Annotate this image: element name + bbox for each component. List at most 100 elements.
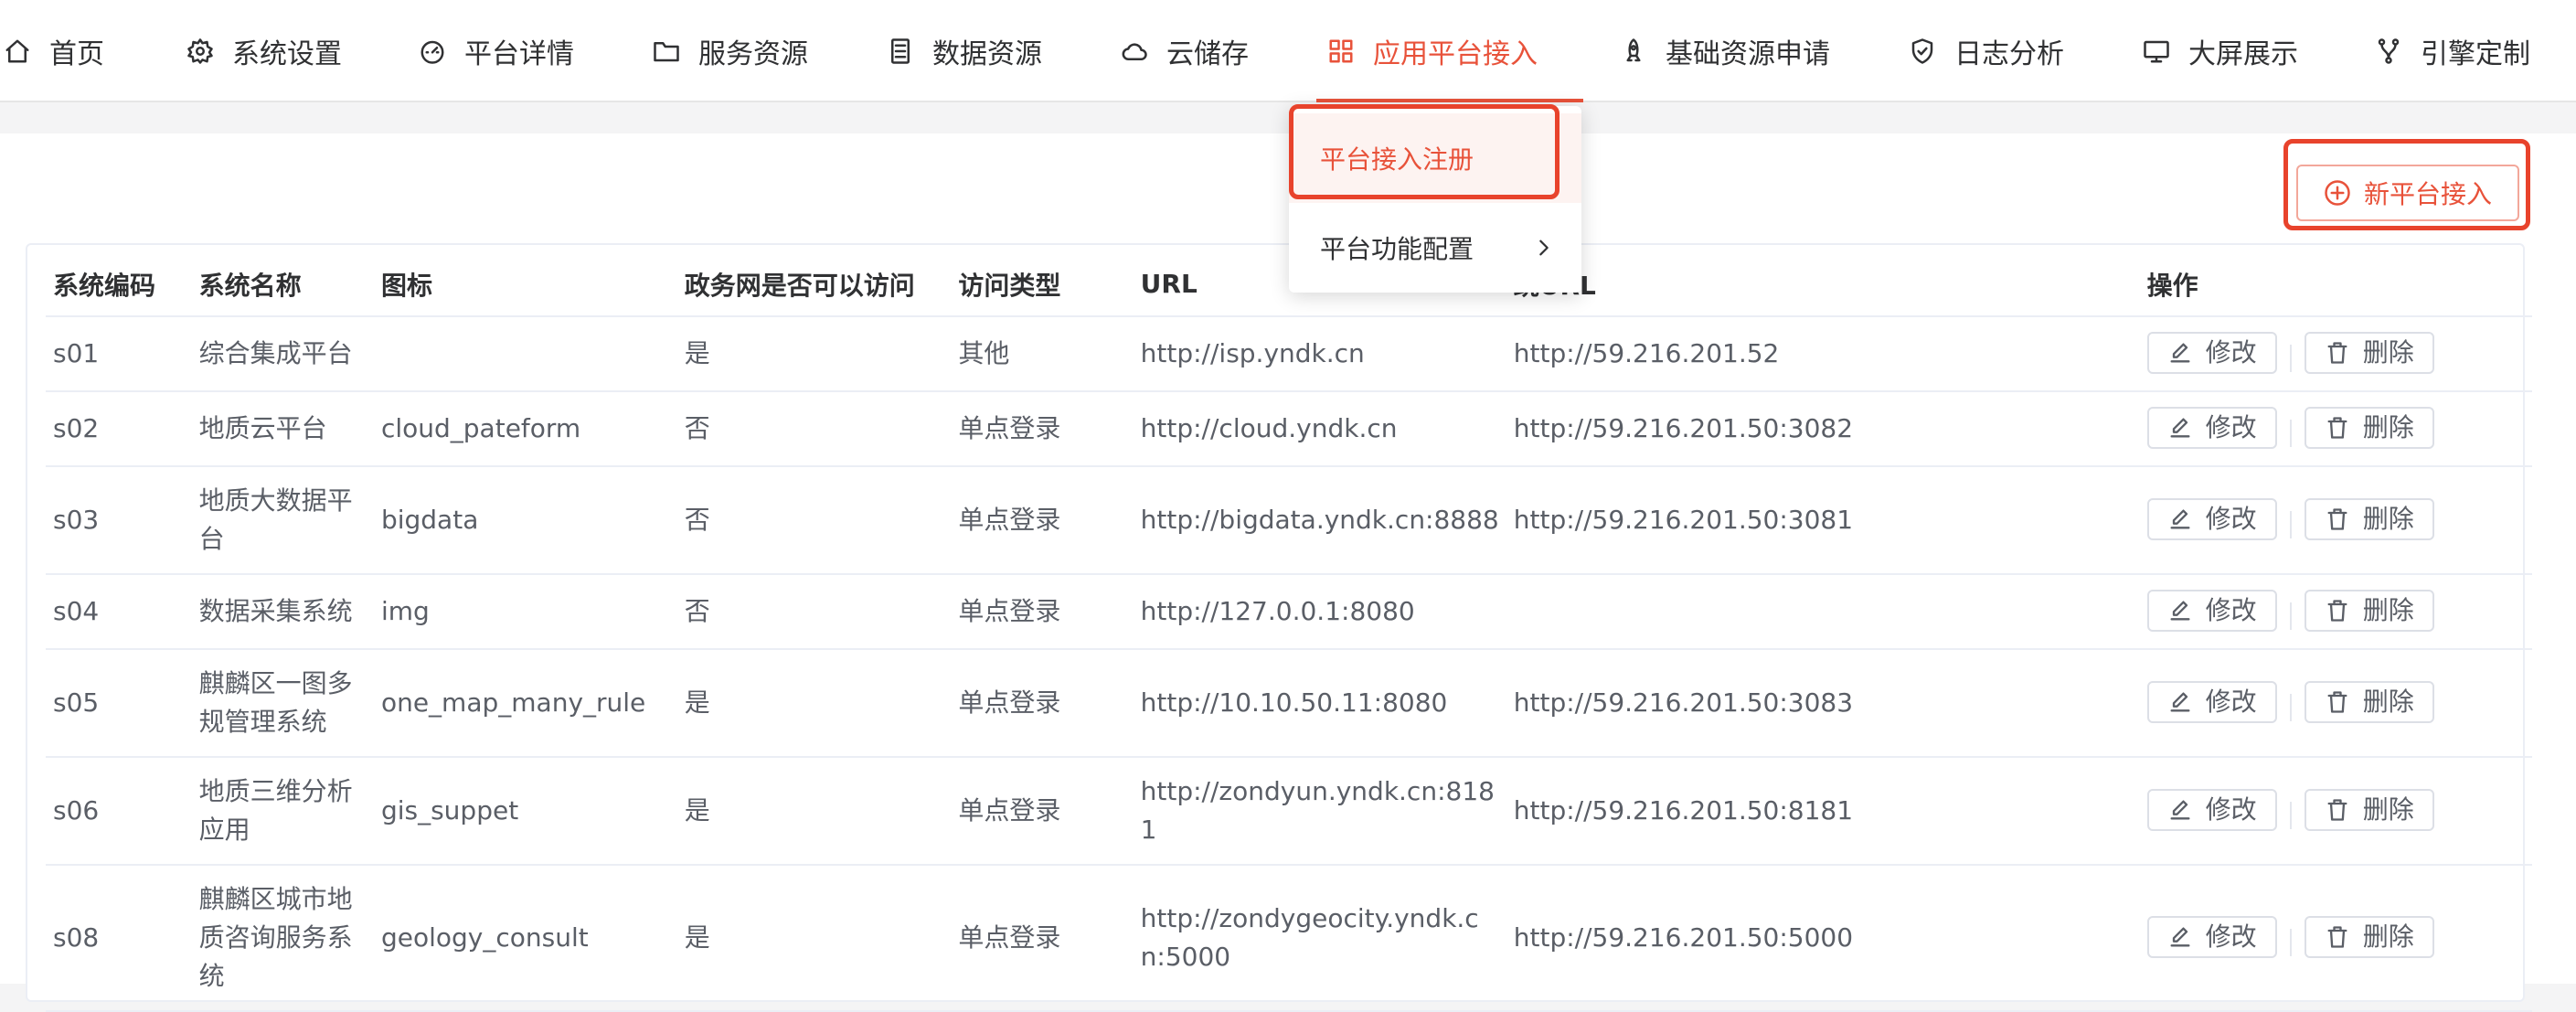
nav-item-service-resources[interactable]: 服务资源 (653, 0, 808, 102)
delete-label: 删除 (2362, 594, 2414, 625)
table-row: s01 综合集成平台 是 其他 http://isp.yndk.cn http:… (46, 316, 2532, 392)
cell-url: http://zondygeocity.yndk.cn:5000 (1133, 865, 1506, 1012)
cell-type: 单点登录 (951, 757, 1134, 866)
edit-button[interactable]: 修改 (2146, 406, 2277, 449)
column-header: 系统名称 (191, 252, 374, 317)
dashboard-icon (420, 40, 444, 64)
cell-code: s04 (46, 574, 192, 650)
column-header: 操作 (2139, 252, 2532, 317)
cell-name: 综合集成平台 (191, 316, 374, 392)
column-header: 访问类型 (951, 252, 1134, 317)
edit-icon (2170, 418, 2190, 437)
cell-gov: 是 (676, 316, 952, 392)
table-row: s02 地质云平台 cloud_pateform 否 单点登录 http://c… (46, 391, 2532, 467)
chevron-right-icon (1539, 240, 1549, 256)
nav-item-system-settings[interactable]: 系统设置 (186, 0, 342, 102)
shield-icon (1911, 38, 1933, 64)
trash-icon (2327, 341, 2347, 364)
nav-item-home[interactable]: 首页 (4, 0, 104, 102)
edit-button[interactable]: 修改 (2146, 788, 2277, 831)
action-divider (2289, 693, 2292, 721)
top-nav: 首页 系统设置 平台详情 服务资源 数据资源 云储存 应用平台接入 基础资源申请… (0, 0, 2576, 102)
cell-jump-url: http://59.216.201.50:5000 (1506, 865, 2140, 1012)
folder-icon (654, 42, 679, 62)
cell-code: s03 (46, 466, 192, 575)
nav-item-label: 系统设置 (232, 38, 342, 70)
nav-item-label: 基础资源申请 (1666, 38, 1830, 70)
delete-button[interactable]: 删除 (2304, 788, 2434, 831)
highlight-box-registration (1289, 104, 1559, 199)
delete-button[interactable]: 删除 (2304, 915, 2434, 958)
trash-icon (2327, 690, 2347, 713)
trash-icon (2327, 798, 2347, 821)
edit-button[interactable]: 修改 (2146, 331, 2277, 374)
delete-button[interactable]: 删除 (2304, 406, 2434, 449)
cell-type: 单点登录 (951, 649, 1134, 758)
cell-url: http://zondyun.yndk.cn:8181 (1133, 757, 1506, 866)
edit-button[interactable]: 修改 (2146, 497, 2277, 540)
cell-type: 单点登录 (951, 391, 1134, 467)
nav-item-log-analysis[interactable]: 日志分析 (1909, 0, 2064, 102)
trash-icon (2327, 599, 2347, 622)
home-icon (5, 39, 29, 63)
grid-icon (1329, 39, 1353, 63)
cell-gov: 是 (676, 649, 952, 758)
cell-jump-url: http://59.216.201.50:8181 (1506, 757, 2140, 866)
cell-name: 地质大数据平台 (191, 466, 374, 575)
delete-label: 删除 (2362, 686, 2414, 717)
cell-icon: gis_suppet (373, 757, 677, 866)
cell-code: s02 (46, 391, 192, 467)
trash-icon (2327, 507, 2347, 530)
nav-item-platform-details[interactable]: 平台详情 (419, 0, 574, 102)
nav-item-engine-customization[interactable]: 引擎定制 (2375, 0, 2530, 102)
nav-item-app-platform-access[interactable]: 应用平台接入 (1327, 0, 1538, 102)
column-header: 图标 (373, 252, 677, 317)
cell-icon: cloud_pateform (373, 391, 677, 467)
nav-item-label: 引擎定制 (2421, 38, 2530, 70)
cell-actions: 修改 删除 (2139, 865, 2532, 1012)
edit-label: 修改 (2205, 686, 2257, 717)
action-divider (2289, 801, 2292, 829)
cell-name: 数据采集系统 (191, 574, 374, 650)
edit-label: 修改 (2205, 336, 2257, 368)
cell-code: s05 (46, 649, 192, 758)
cell-code: s06 (46, 757, 192, 866)
nav-item-label: 服务资源 (698, 38, 808, 70)
delete-button[interactable]: 删除 (2304, 589, 2434, 632)
delete-button[interactable]: 删除 (2304, 331, 2434, 374)
action-divider (2289, 928, 2292, 956)
column-header: 跳URL (1506, 252, 2140, 317)
edit-button[interactable]: 修改 (2146, 680, 2277, 723)
nav-item-data-resources[interactable]: 数据资源 (887, 0, 1042, 102)
cell-actions: 修改 删除 (2139, 757, 2532, 866)
delete-button[interactable]: 删除 (2304, 680, 2434, 723)
cell-actions: 修改 删除 (2139, 466, 2532, 575)
rocket-icon (1626, 38, 1641, 62)
nav-item-cloud-storage[interactable]: 云储存 (1121, 0, 1249, 102)
cell-gov: 否 (676, 466, 952, 575)
cell-type: 单点登录 (951, 865, 1134, 1012)
edit-button[interactable]: 修改 (2146, 915, 2277, 958)
branch-icon (2378, 38, 2400, 64)
table-row: s05 麒麟区一图多规管理系统 one_map_many_rule 是 单点登录… (46, 649, 2532, 758)
cell-url: http://bigdata.yndk.cn:8888 (1133, 466, 1506, 575)
cell-actions: 修改 删除 (2139, 316, 2532, 392)
table-row: s08 麒麟区城市地质咨询服务系统 geology_consult 是 单点登录… (46, 865, 2532, 1012)
cell-gov: 是 (676, 865, 952, 1012)
delete-label: 删除 (2362, 336, 2414, 368)
cell-jump-url: http://59.216.201.50:3081 (1506, 466, 2140, 575)
edit-button[interactable]: 修改 (2146, 589, 2277, 632)
nav-item-big-screen[interactable]: 大屏展示 (2143, 0, 2298, 102)
dropdown-item-platform-function-config[interactable]: 平台功能配置 (1289, 203, 1581, 293)
column-header: 政务网是否可以访问 (676, 252, 952, 317)
delete-button[interactable]: 删除 (2304, 497, 2434, 540)
edit-icon (2170, 509, 2190, 528)
cell-type: 单点登录 (951, 574, 1134, 650)
cell-name: 麒麟区一图多规管理系统 (191, 649, 374, 758)
trash-icon (2327, 925, 2347, 948)
document-icon (891, 38, 910, 64)
action-divider (2289, 602, 2292, 630)
cell-actions: 修改 删除 (2139, 574, 2532, 650)
cell-type: 单点登录 (951, 466, 1134, 575)
nav-item-basic-resource-request[interactable]: 基础资源申请 (1620, 0, 1830, 102)
